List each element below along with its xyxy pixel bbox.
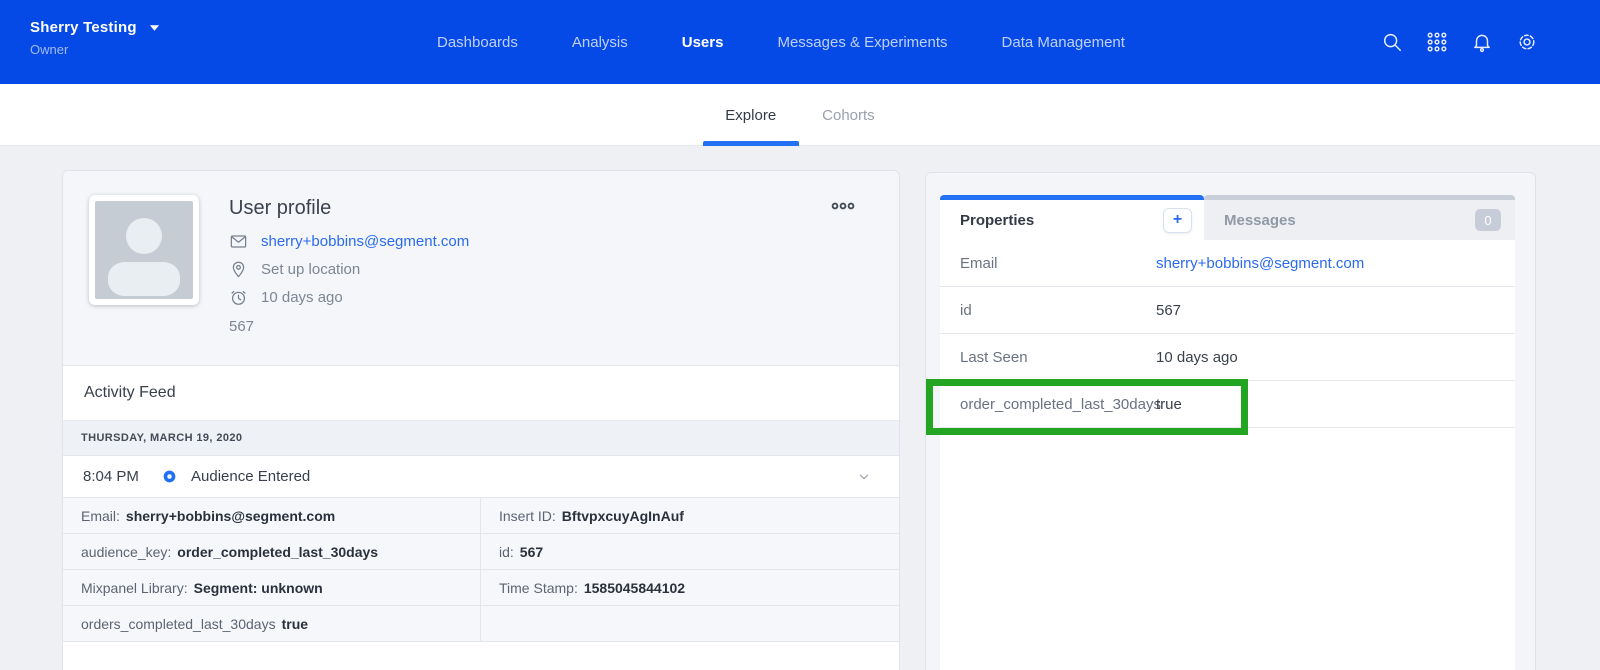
tab-explore[interactable]: Explore [725,84,776,146]
activity-feed-header: Activity Feed [63,366,899,421]
user-section-tabs: Explore Cohorts [0,84,1600,146]
event-detail-cell: Email:sherry+bobbins@segment.com [63,498,481,534]
tab-messages-label: Messages [1224,212,1296,229]
nav-item-messages-experiments[interactable]: Messages & Experiments [777,34,947,51]
nav-item-dashboards[interactable]: Dashboards [437,34,518,51]
search-icon[interactable] [1381,31,1403,53]
activity-date-header: THURSDAY, MARCH 19, 2020 [63,421,899,456]
tab-cohorts[interactable]: Cohorts [822,84,875,146]
event-detail-cell: Mixpanel Library:Segment: unknown [63,570,481,606]
workspace-role: Owner [30,42,160,57]
event-detail-cell: audience_key:order_completed_last_30days [63,534,481,570]
event-details-table: Email:sherry+bobbins@segment.com Insert … [63,497,899,642]
profile-email-link[interactable]: sherry+bobbins@segment.com [261,233,469,250]
profile-title: User profile [229,197,469,220]
envelope-icon [229,232,248,251]
property-row: id 567 [940,287,1515,334]
tab-messages[interactable]: Messages 0 [1204,195,1515,240]
tab-explore-label: Explore [725,107,776,124]
event-time: 8:04 PM [83,468,143,485]
avatar-head-shape [126,218,162,254]
properties-table: Email sherry+bobbins@segment.com id 567 … [940,240,1515,670]
main-nav-menu: Dashboards Analysis Users Messages & Exp… [437,0,1125,84]
workspace-name[interactable]: Sherry Testing [30,19,137,36]
event-detail-cell: id:567 [481,534,899,570]
properties-card: Properties + Messages 0 Email sherry+bob… [925,172,1536,670]
event-detail-cell: orders_completed_last_30daystrue [63,606,481,642]
event-name: Audience Entered [191,468,310,485]
property-email-link[interactable]: sherry+bobbins@segment.com [1156,255,1364,272]
avatar-body-shape [108,262,180,296]
more-options-icon[interactable] [831,199,855,213]
activity-feed-title: Activity Feed [84,384,176,402]
audience-event-icon [163,470,176,483]
tab-properties-label: Properties [960,212,1034,229]
tab-properties[interactable]: Properties + [940,195,1204,240]
profile-distinct-id: 567 [229,318,469,335]
apps-grid-icon[interactable] [1426,31,1448,53]
caret-down-icon [149,24,160,32]
nav-item-users[interactable]: Users [682,34,724,51]
add-property-button[interactable]: + [1163,208,1192,233]
property-row-highlighted: order_completed_last_30days true [940,381,1515,428]
event-detail-cell [481,606,899,642]
messages-count-badge: 0 [1475,209,1501,231]
event-detail-cell: Insert ID:BftvpxcuyAgInAuf [481,498,899,534]
settings-gear-icon[interactable] [1516,31,1538,53]
event-detail-cell: Time Stamp:1585045844102 [481,570,899,606]
profile-location-placeholder[interactable]: Set up location [261,261,360,278]
tab-cohorts-label: Cohorts [822,107,875,124]
notifications-bell-icon[interactable] [1471,31,1493,53]
property-row: Email sherry+bobbins@segment.com [940,240,1515,287]
property-row: Last Seen 10 days ago [940,334,1515,381]
nav-item-analysis[interactable]: Analysis [572,34,628,51]
location-pin-icon [229,260,248,279]
workspace-switcher[interactable]: Sherry Testing Owner [30,19,160,57]
app-screen: Sherry Testing Owner Dashboards Analysis… [0,0,1600,670]
properties-tabs: Properties + Messages 0 [940,195,1515,240]
top-navigation-bar: Sherry Testing Owner Dashboards Analysis… [0,0,1600,84]
alarm-clock-icon [229,288,248,307]
activity-event-row[interactable]: 8:04 PM Audience Entered [63,456,899,497]
user-profile-card: User profile sherry+bobbins@segment.com … [62,170,900,670]
avatar [89,195,199,305]
profile-header: User profile sherry+bobbins@segment.com … [63,171,899,366]
chevron-down-icon[interactable] [857,470,871,484]
profile-last-seen: 10 days ago [261,289,343,306]
nav-item-data-management[interactable]: Data Management [1002,34,1125,51]
nav-icon-group [1381,0,1538,84]
main-content: User profile sherry+bobbins@segment.com … [0,146,1600,670]
